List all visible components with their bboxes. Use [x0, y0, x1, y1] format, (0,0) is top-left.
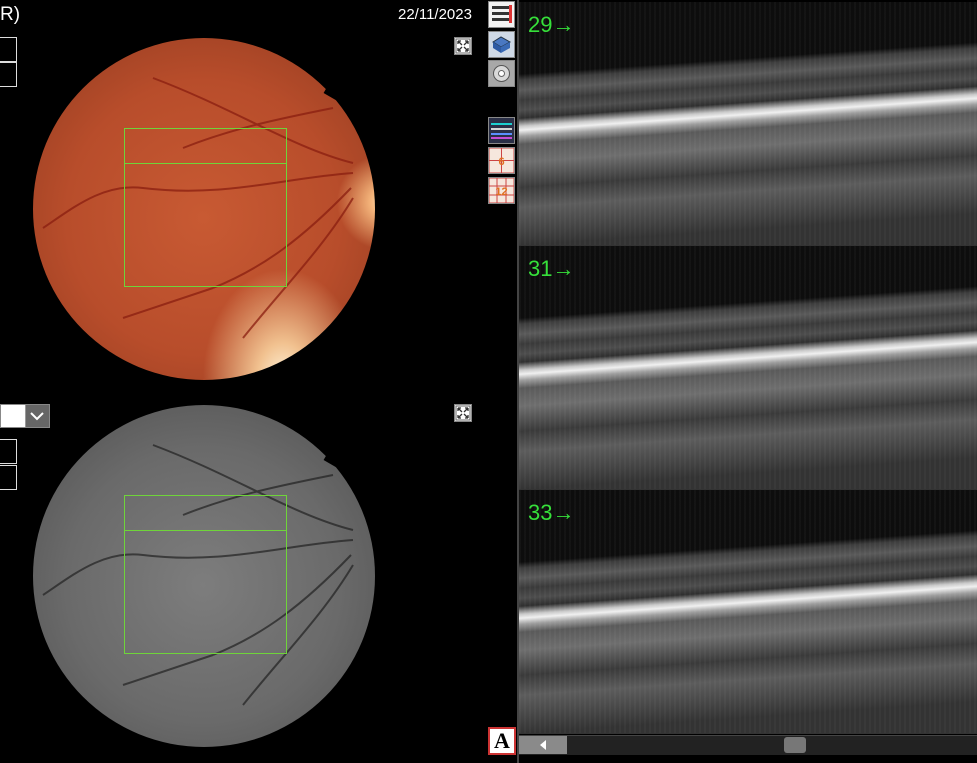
svg-text:6: 6 — [498, 156, 504, 168]
info-field-4[interactable] — [0, 465, 17, 490]
scan-region-box[interactable] — [124, 128, 287, 287]
oct-bscan-panel[interactable]: 31→ — [519, 246, 977, 490]
grid-12-icon: 12 — [489, 178, 514, 203]
oct-bscan-panel[interactable]: 29→ — [519, 2, 977, 246]
info-field-1[interactable] — [0, 37, 17, 62]
annotation-button[interactable]: A — [488, 727, 516, 755]
scroll-left-button[interactable] — [519, 736, 567, 754]
scroll-thumb[interactable] — [784, 737, 806, 753]
layers-icon — [489, 118, 514, 143]
scan-number-label: 33→ — [528, 500, 575, 525]
scan-number-label: 29→ — [528, 12, 575, 37]
grid-6-icon: 6 — [489, 148, 514, 173]
info-field-3[interactable] — [0, 439, 17, 464]
bscan-stack-button[interactable] — [488, 1, 515, 28]
scan-line-marker[interactable] — [124, 530, 287, 531]
scan-line-marker[interactable] — [124, 163, 287, 164]
oct-bscan-image — [519, 490, 977, 733]
3d-volume-button[interactable] — [488, 31, 515, 58]
window-title-fragment: R) — [0, 4, 21, 25]
layers-button[interactable] — [488, 117, 515, 144]
bscan-stack-icon — [489, 2, 514, 27]
info-field-2[interactable] — [0, 62, 17, 87]
expand-icon — [455, 405, 471, 421]
scan-region-box[interactable] — [124, 495, 287, 654]
expand-color-image-button[interactable] — [454, 37, 472, 55]
circle-scan-button[interactable] — [488, 60, 515, 87]
expand-icon — [455, 38, 471, 54]
grid-12-button[interactable]: 12 — [488, 177, 515, 204]
oct-bscan-panel[interactable]: 33→ — [519, 490, 977, 734]
3d-volume-icon — [489, 32, 514, 57]
expand-redfree-image-button[interactable] — [454, 404, 472, 422]
oct-bscan-image — [519, 2, 977, 245]
grid-6-button[interactable]: 6 — [488, 147, 515, 174]
svg-text:12: 12 — [495, 186, 507, 198]
scan-number-label: 31→ — [528, 256, 575, 281]
circle-scan-icon — [489, 61, 514, 86]
exam-date: 22/11/2023 — [398, 6, 472, 23]
arrow-left-icon — [540, 740, 546, 750]
oct-bscan-image — [519, 246, 977, 489]
bscan-scrollbar[interactable] — [519, 735, 977, 755]
